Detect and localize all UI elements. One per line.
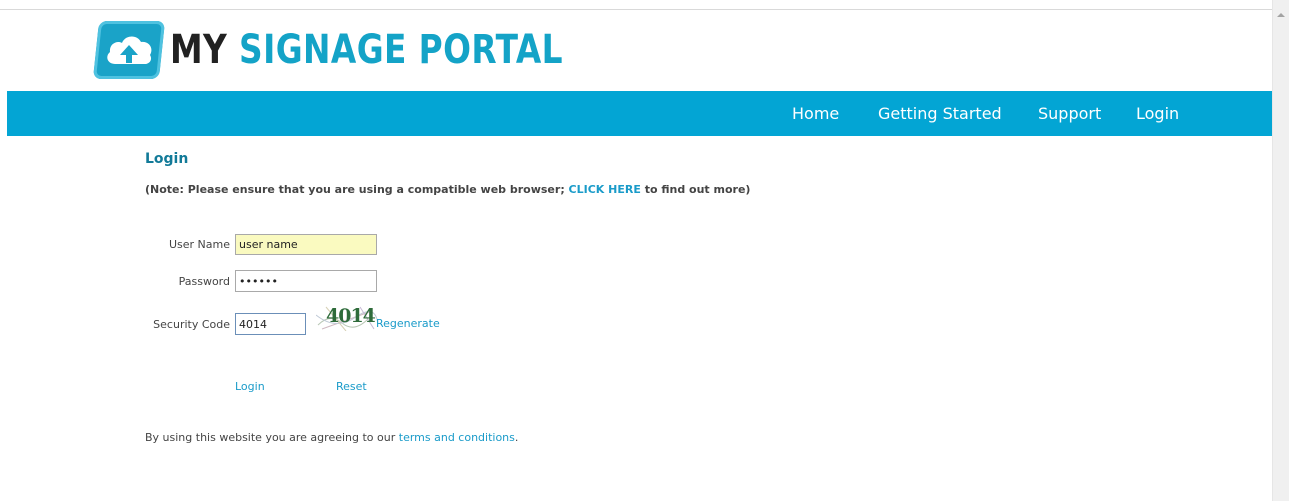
logo-badge — [92, 21, 166, 79]
note-prefix: (Note: Please ensure that you are using … — [145, 183, 569, 196]
logo-text-signage-portal: SIGNAGE PORTAL — [239, 27, 563, 73]
click-here-link[interactable]: CLICK HERE — [569, 183, 641, 196]
browser-note: (Note: Please ensure that you are using … — [145, 183, 750, 196]
page: MY SIGNAGE PORTAL Home Getting Started S… — [0, 0, 1289, 501]
vertical-scrollbar[interactable] — [1272, 0, 1289, 501]
security-code-input[interactable] — [235, 313, 306, 335]
captcha-image: 4014 — [316, 305, 378, 331]
logo-wordmark: MY SIGNAGE PORTAL — [170, 30, 563, 70]
cloud-upload-icon — [107, 36, 152, 64]
nav-support[interactable]: Support — [1038, 104, 1101, 123]
regenerate-link[interactable]: Regenerate — [376, 317, 440, 330]
reset-button[interactable]: Reset — [336, 380, 367, 393]
terms-notice: By using this website you are agreeing t… — [145, 431, 518, 444]
nav-home[interactable]: Home — [792, 104, 839, 123]
nav-items: Home Getting Started Support Login — [7, 91, 1273, 136]
captcha-text: 4014 — [326, 305, 376, 327]
page-title: Login — [145, 151, 189, 167]
main-nav: Home Getting Started Support Login — [7, 91, 1273, 136]
terms-suffix: . — [514, 431, 519, 444]
security-code-label: Security Code — [153, 318, 230, 331]
nav-login[interactable]: Login — [1136, 104, 1179, 123]
login-button[interactable]: Login — [235, 380, 265, 393]
site-logo[interactable]: MY SIGNAGE PORTAL — [92, 19, 649, 81]
top-divider — [0, 9, 1272, 10]
nav-getting-started[interactable]: Getting Started — [878, 104, 1002, 123]
terms-prefix: By using this website you are agreeing t… — [145, 431, 399, 444]
terms-link[interactable]: terms and conditions — [399, 431, 515, 444]
scroll-up-arrow-icon[interactable] — [1277, 13, 1285, 17]
password-label: Password — [178, 275, 230, 288]
logo-text-my: MY — [170, 27, 228, 73]
password-input[interactable] — [235, 270, 377, 292]
note-suffix: to find out more) — [640, 183, 751, 196]
username-label: User Name — [168, 238, 230, 251]
username-input[interactable] — [235, 234, 377, 255]
